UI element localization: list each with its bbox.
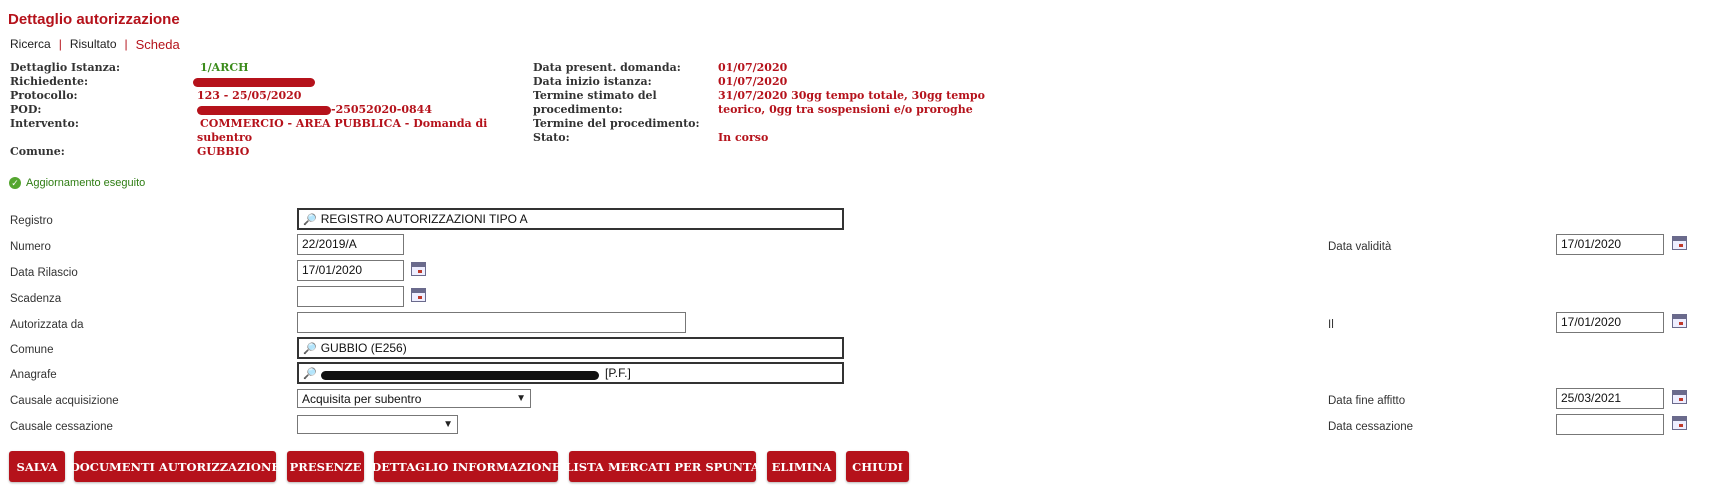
- pod-value: -25052020-0844: [331, 103, 432, 116]
- calendar-icon[interactable]: [411, 288, 426, 302]
- data-validita-input[interactable]: 17/01/2020: [1556, 234, 1664, 255]
- check-circle-icon: ✓: [9, 177, 21, 189]
- anagrafe-label: Anagrafe: [10, 369, 57, 381]
- comune-value: GUBBIO: [197, 145, 250, 158]
- registro-value: REGISTRO AUTORIZZAZIONI TIPO A: [320, 212, 528, 226]
- breadcrumb: Ricerca | Risultato | Scheda: [10, 37, 180, 52]
- termine-stimato-label-line2: procedimento:: [533, 103, 623, 116]
- comune-label: Comune:: [10, 145, 65, 158]
- data-validita-label: Data validità: [1328, 241, 1392, 253]
- data-inizio-label: Data inizio istanza:: [533, 75, 652, 88]
- calendar-icon[interactable]: [1672, 314, 1687, 328]
- comune-field-label: Comune: [10, 344, 54, 356]
- comune-lookup[interactable]: 🔎 GUBBIO (E256): [297, 337, 844, 359]
- elimina-button[interactable]: ELIMINA: [767, 451, 836, 482]
- data-present-label: Data present. domanda:: [533, 61, 681, 74]
- breadcrumb-risultato[interactable]: Risultato: [70, 37, 117, 52]
- il-label: Il: [1328, 319, 1334, 331]
- data-rilascio-label: Data Rilascio: [10, 267, 78, 279]
- causale-cessazione-label: Causale cessazione: [10, 421, 113, 433]
- presenze-button[interactable]: PRESENZE: [287, 451, 364, 482]
- calendar-icon[interactable]: [1672, 416, 1687, 430]
- calendar-icon[interactable]: [411, 262, 426, 276]
- lista-mercati-button[interactable]: LISTA MERCATI PER SPUNTA: [565, 451, 760, 482]
- page-title: Dettaglio autorizzazione: [8, 11, 180, 28]
- registro-lookup[interactable]: 🔎 REGISTRO AUTORIZZAZIONI TIPO A: [297, 208, 844, 230]
- stato-value: In corso: [718, 131, 769, 144]
- scadenza-label: Scadenza: [10, 293, 62, 305]
- data-cessazione-input[interactable]: [1556, 414, 1664, 435]
- scadenza-input[interactable]: [297, 286, 404, 307]
- chevron-down-icon: ▼: [516, 393, 526, 404]
- il-input[interactable]: 17/01/2020: [1556, 312, 1664, 333]
- salva-button[interactable]: SALVA: [9, 451, 65, 482]
- status-text: Aggiornamento eseguito: [26, 177, 146, 189]
- termine-stimato-label-line1: Termine stimato del: [533, 89, 657, 102]
- search-icon[interactable]: 🔎: [303, 367, 317, 382]
- stato-label: Stato:: [533, 131, 570, 144]
- intervento-label: Intervento:: [10, 117, 79, 130]
- anagrafe-lookup[interactable]: 🔎 [P.F.]: [297, 362, 844, 384]
- autorizzata-da-input[interactable]: [297, 312, 686, 333]
- causale-acquisizione-value: Acquisita per subentro: [302, 391, 422, 406]
- data-present-value: 01/07/2020: [718, 61, 788, 74]
- breadcrumb-ricerca[interactable]: Ricerca: [10, 37, 51, 52]
- protocollo-label: Protocollo:: [10, 89, 78, 102]
- termine-procedimento-label: Termine del procedimento:: [533, 117, 700, 130]
- calendar-icon[interactable]: [1672, 390, 1687, 404]
- termine-stimato-value-line2: teorico, 0gg tra sospensioni e/o prorogh…: [718, 103, 973, 116]
- registro-label: Registro: [10, 215, 53, 227]
- protocollo-value: 123 - 25/05/2020: [197, 89, 302, 102]
- data-inizio-value: 01/07/2020: [718, 75, 788, 88]
- richiedente-redaction: [193, 78, 315, 87]
- dettaglio-istanza-value[interactable]: 1/ARCH: [200, 61, 249, 75]
- chevron-down-icon: ▼: [443, 419, 453, 430]
- data-fine-affitto-label: Data fine affitto: [1328, 395, 1406, 407]
- anagrafe-redaction: [321, 371, 599, 380]
- autorizzata-da-label: Autorizzata da: [10, 319, 84, 331]
- intervento-value-line2: subentro: [197, 131, 253, 144]
- data-fine-affitto-input[interactable]: 25/03/2021: [1556, 388, 1664, 409]
- causale-cessazione-select[interactable]: ▼: [297, 415, 458, 434]
- breadcrumb-separator: |: [124, 37, 128, 51]
- termine-stimato-value-line1: 31/07/2020 30gg tempo totale, 30gg tempo: [718, 89, 985, 102]
- data-cessazione-label: Data cessazione: [1328, 421, 1414, 433]
- anagrafe-suffix: [P.F.]: [605, 366, 631, 380]
- status-message: ✓ Aggiornamento eseguito: [9, 177, 145, 189]
- dettaglio-informazione-button[interactable]: DETTAGLIO INFORMAZIONE: [371, 451, 561, 482]
- dettaglio-istanza-label: Dettaglio Istanza:: [10, 61, 121, 74]
- breadcrumb-scheda[interactable]: Scheda: [136, 37, 180, 52]
- breadcrumb-separator: |: [58, 37, 62, 51]
- documenti-autorizzazione-button[interactable]: DOCUMENTI AUTORIZZAZIONE: [70, 451, 280, 482]
- data-rilascio-input[interactable]: 17/01/2020: [297, 260, 404, 281]
- causale-acquisizione-select[interactable]: Acquisita per subentro ▼: [297, 389, 531, 408]
- search-icon[interactable]: 🔎: [303, 213, 317, 228]
- calendar-icon[interactable]: [1672, 236, 1687, 250]
- causale-acquisizione-label: Causale acquisizione: [10, 395, 119, 407]
- comune-field-value: GUBBIO (E256): [320, 341, 407, 355]
- numero-input[interactable]: 22/2019/A: [297, 234, 404, 255]
- richiedente-label: Richiedente:: [10, 75, 89, 88]
- intervento-value-line1: COMMERCIO - AREA PUBBLICA - Domanda di: [200, 117, 488, 130]
- numero-label: Numero: [10, 241, 51, 253]
- search-icon[interactable]: 🔎: [303, 342, 317, 357]
- pod-label: POD:: [10, 103, 42, 116]
- chiudi-button[interactable]: CHIUDI: [846, 451, 909, 482]
- pod-redaction: [197, 106, 331, 115]
